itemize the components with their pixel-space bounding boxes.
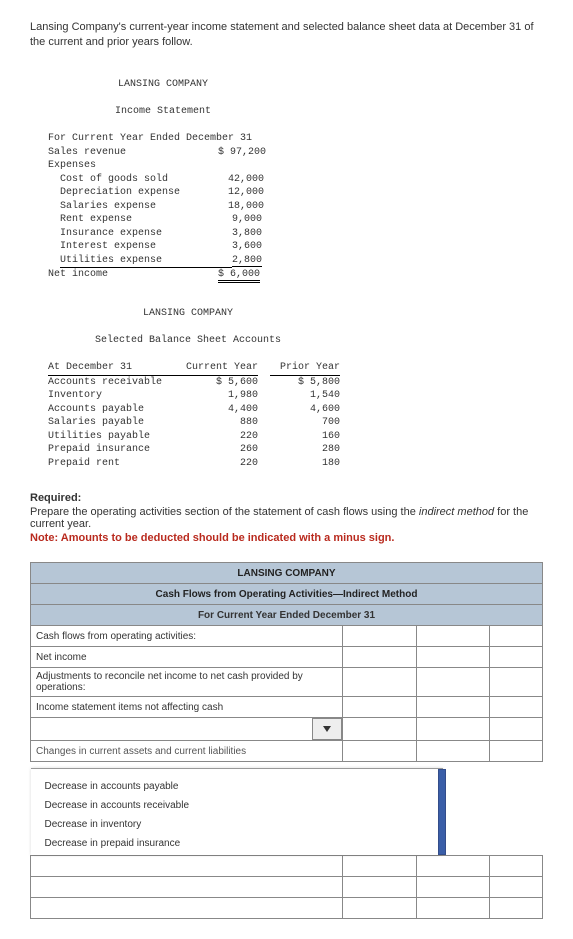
bs-prent-p: 180	[270, 457, 340, 471]
is-sales-val: $ 97,200	[218, 147, 266, 158]
cashflow-worksheet: LANSING COMPANY Cash Flows from Operatin…	[30, 562, 543, 919]
bs-company: LANSING COMPANY	[48, 307, 328, 321]
balance-sheet-block: LANSING COMPANY Selected Balance Sheet A…	[48, 294, 543, 471]
table-row	[31, 856, 543, 877]
table-row: Net income	[31, 647, 543, 668]
is-cogs-label: Cost of goods sold	[60, 173, 228, 187]
bs-up-p: 160	[270, 430, 340, 444]
is-cogs-val: 42,000	[228, 174, 264, 185]
bs-sp-p: 700	[270, 416, 340, 430]
is-ni-label: Net income	[48, 268, 218, 282]
is-exp-header: Expenses	[48, 160, 96, 171]
row-cf-activities[interactable]: Cash flows from operating activities:	[31, 626, 343, 647]
bs-inv-c: 1,980	[178, 389, 258, 403]
table-row: Changes in current assets and current li…	[31, 741, 543, 762]
row-adjustments[interactable]: Adjustments to reconcile net income to n…	[31, 668, 343, 697]
is-dep-val: 12,000	[228, 187, 264, 198]
ws-title: Cash Flows from Operating Activities—Ind…	[31, 584, 543, 605]
dd-option-dec-ar[interactable]: Decrease in accounts receivable	[43, 796, 433, 815]
is-ins-label: Insurance expense	[60, 227, 232, 241]
bs-sp-l: Salaries payable	[48, 416, 178, 430]
is-int-label: Interest expense	[60, 240, 232, 254]
bs-inv-p: 1,540	[270, 389, 340, 403]
bs-ar-l: Accounts receivable	[48, 376, 178, 390]
bs-up-c: 220	[178, 430, 258, 444]
bs-inv-l: Inventory	[48, 389, 178, 403]
is-util-val: 2,800	[232, 255, 262, 267]
ws-company: LANSING COMPANY	[31, 563, 543, 584]
bs-up-l: Utilities payable	[48, 430, 178, 444]
dd-option-dec-pins[interactable]: Decrease in prepaid insurance	[43, 834, 433, 853]
dd-option-dec-ap[interactable]: Decrease in accounts payable	[43, 777, 433, 796]
is-title: Income Statement	[48, 105, 278, 119]
bs-ap-c: 4,400	[178, 403, 258, 417]
dropdown-active-cell[interactable]	[31, 719, 312, 740]
bs-col-pri: Prior Year	[270, 361, 340, 376]
is-company: LANSING COMPANY	[48, 78, 278, 92]
is-rent-label: Rent expense	[60, 213, 232, 227]
dropdown-panel: Decrease in accounts payable Decrease in…	[31, 768, 443, 855]
income-statement-block: LANSING COMPANY Income Statement For Cur…	[48, 65, 543, 282]
bs-prent-l: Prepaid rent	[48, 457, 178, 471]
bs-ar-c: $ 5,600	[178, 376, 258, 390]
bs-sp-c: 880	[178, 416, 258, 430]
is-sal-label: Salaries expense	[60, 200, 228, 214]
is-sales-label: Sales revenue	[48, 146, 218, 160]
is-ins-val: 3,800	[232, 228, 262, 239]
bs-title: Selected Balance Sheet Accounts	[48, 334, 328, 348]
is-dep-label: Depreciation expense	[60, 186, 228, 200]
bs-pins-l: Prepaid insurance	[48, 443, 178, 457]
row-noncash-items[interactable]: Income statement items not affecting cas…	[31, 697, 343, 718]
is-util-label: Utilities expense	[60, 254, 232, 269]
row-net-income[interactable]: Net income	[31, 647, 343, 668]
required-text: Prepare the operating activities section…	[30, 506, 543, 530]
table-row: Adjustments to reconcile net income to n…	[31, 668, 543, 697]
dd-option-dec-inv[interactable]: Decrease in inventory	[43, 815, 433, 834]
is-rent-val: 9,000	[232, 214, 262, 225]
table-row: Income statement items not affecting cas…	[31, 697, 543, 718]
bs-pins-c: 260	[178, 443, 258, 457]
deduct-note: Note: Amounts to be deducted should be i…	[30, 532, 543, 544]
bs-ap-l: Accounts payable	[48, 403, 178, 417]
is-ni-val: $ 6,000	[218, 269, 260, 283]
is-sal-val: 18,000	[228, 201, 264, 212]
table-row	[31, 898, 543, 919]
bs-ar-p: $ 5,800	[270, 376, 340, 390]
table-row: Cash flows from operating activities:	[31, 626, 543, 647]
bs-hdr-row: At December 31	[48, 361, 178, 376]
dropdown-toggle[interactable]	[312, 719, 341, 740]
bs-col-cur: Current Year	[178, 361, 258, 376]
ws-period: For Current Year Ended December 31	[31, 605, 543, 626]
dropdown-cutoff-text[interactable]: Changes in current assets and current li…	[31, 741, 343, 762]
bs-ap-p: 4,600	[270, 403, 340, 417]
is-int-val: 3,600	[232, 241, 262, 252]
bs-pins-p: 280	[270, 443, 340, 457]
chevron-down-icon	[323, 726, 331, 732]
table-row	[31, 718, 543, 741]
required-header: Required:	[30, 492, 543, 504]
is-period: For Current Year Ended December 31	[48, 133, 252, 144]
bs-prent-c: 220	[178, 457, 258, 471]
intro-text: Lansing Company's current-year income st…	[30, 20, 543, 51]
table-row	[31, 877, 543, 898]
